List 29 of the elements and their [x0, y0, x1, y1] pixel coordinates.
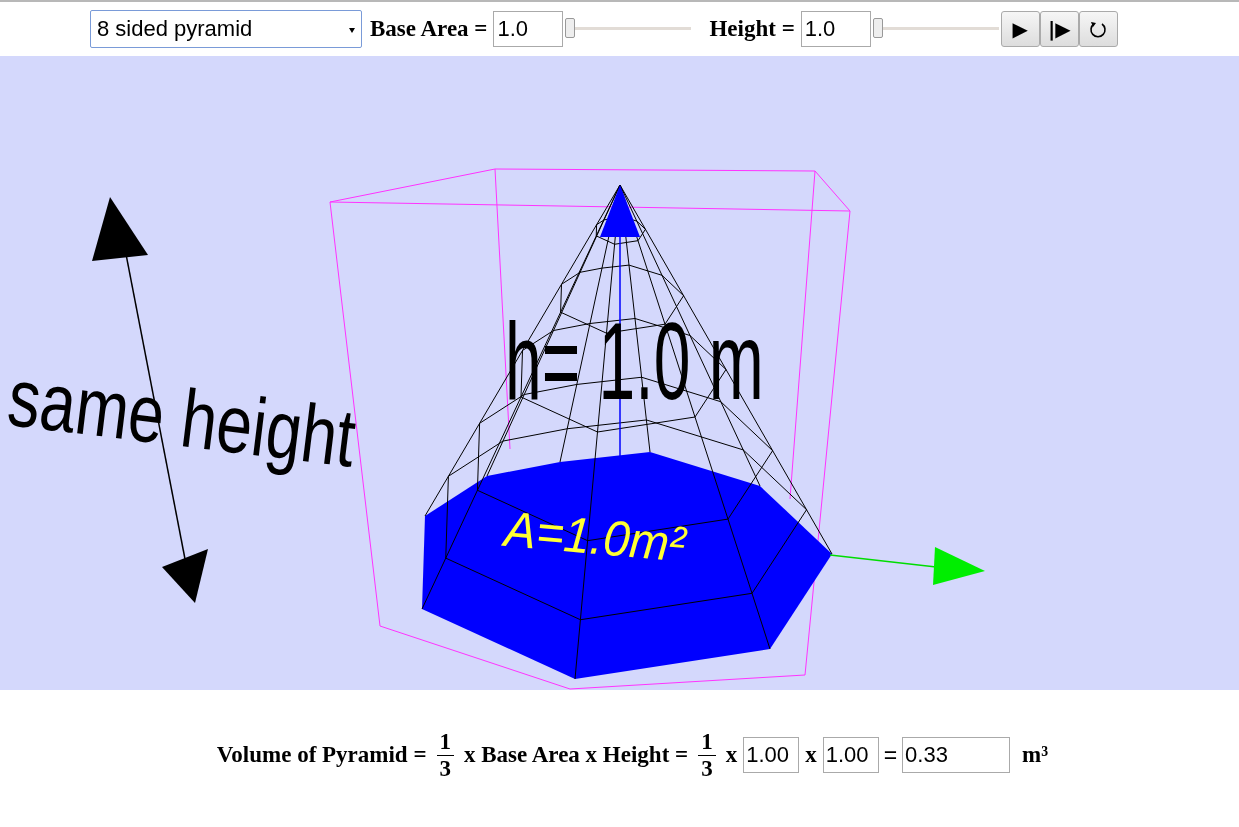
unit-label: m³ — [1022, 742, 1049, 768]
times-sign: x — [725, 742, 738, 768]
volume-result-field[interactable]: 0.33 — [902, 737, 1011, 773]
formula-text: x Base Area x Height = — [464, 742, 689, 768]
shape-dropdown[interactable]: 8 sided pyramid — [90, 10, 362, 48]
height-slider[interactable] — [872, 18, 999, 40]
play-button[interactable]: ▶ — [1000, 11, 1040, 47]
step-button[interactable]: |▶ — [1039, 11, 1079, 47]
reset-button[interactable] — [1078, 11, 1118, 47]
fraction-denominator: 3 — [438, 755, 452, 782]
reset-icon — [1089, 20, 1108, 38]
volume-label: Volume of Pyramid = — [216, 742, 427, 768]
base-area-slider[interactable] — [565, 18, 692, 40]
pyramid-tip — [600, 185, 640, 237]
fraction-numerator: 1 — [436, 728, 454, 756]
base-area-field[interactable]: 1.0 — [493, 11, 564, 47]
slider-thumb[interactable] — [872, 18, 883, 38]
fraction-denominator: 3 — [700, 755, 714, 782]
side-label: same height — [4, 356, 360, 480]
equals-sign: = — [883, 741, 898, 769]
base-area-label: Base Area = — [370, 16, 488, 42]
height-field[interactable]: 1.0 — [800, 11, 871, 47]
height-value-field[interactable]: 1.00 — [822, 737, 879, 773]
slider-thumb[interactable] — [565, 18, 576, 38]
base-area-value-field[interactable]: 1.00 — [743, 737, 800, 773]
area-label: A=1.0m² — [502, 504, 688, 570]
times-sign: x — [805, 742, 817, 768]
fraction-numerator: 1 — [698, 728, 716, 756]
height-label: Height = — [709, 16, 795, 42]
